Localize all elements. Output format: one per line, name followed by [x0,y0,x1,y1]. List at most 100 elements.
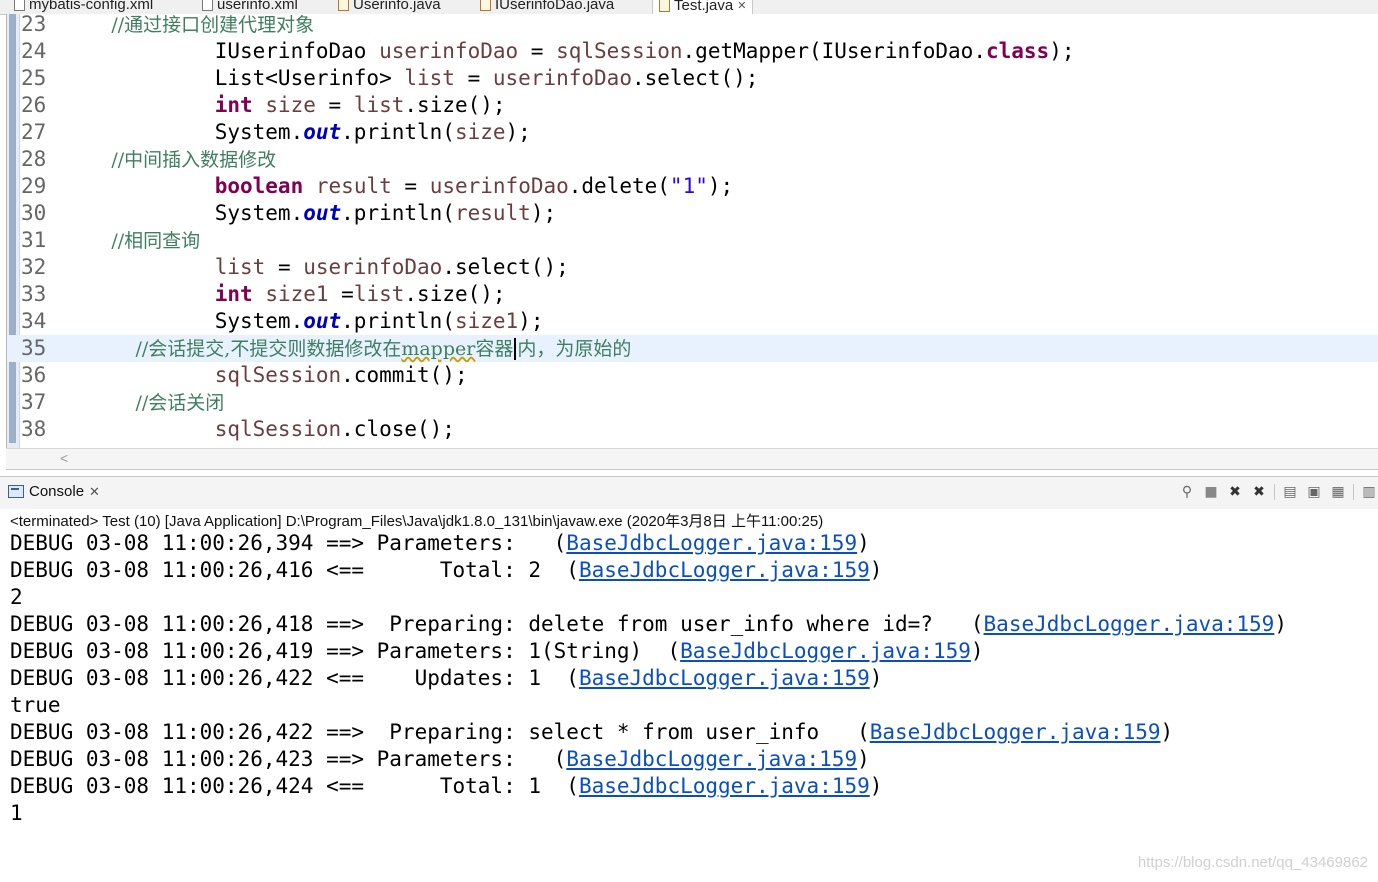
tab-console[interactable]: Console ✕ [8,483,100,500]
source-link[interactable]: BaseJdbcLogger.java:159 [566,747,857,771]
code-token: .delete( [568,174,670,198]
code-token: ); [707,174,734,198]
console-line: DEBUG 03-08 11:00:26,423 ==> Parameters:… [10,746,870,773]
code-token: System. [63,309,304,333]
code-line[interactable]: 29 boolean result = userinfoDao.delete("… [7,173,1378,200]
code-line[interactable]: 30 System.out.println(result); [7,200,1378,227]
source-link[interactable]: BaseJdbcLogger.java:159 [984,612,1275,636]
code-text: int size = list.size(); [63,92,506,119]
tab-label: userinfo.xml [217,0,298,13]
line-number: 29 [21,174,47,198]
code-line[interactable]: 36 sqlSession.commit(); [7,362,1378,389]
code-token: System. [63,201,304,225]
code-token: //中间插入数据修改 [63,149,277,171]
tab-userinfo-java[interactable]: Userinfo.java [338,0,441,14]
code-line[interactable]: 34 System.out.println(size1); [7,308,1378,335]
console-text: ) [869,774,883,798]
code-token: size [265,93,316,117]
close-icon[interactable]: ✕ [737,0,746,12]
code-token: = [328,282,354,306]
source-link[interactable]: BaseJdbcLogger.java:159 [579,558,870,582]
source-link[interactable]: BaseJdbcLogger.java:159 [680,639,971,663]
console-line: DEBUG 03-08 11:00:26,424 <== Total: 1 (B… [10,773,882,800]
code-line[interactable]: 23 //通过接口创建代理对象 [7,14,1378,38]
code-token: list [214,255,266,279]
source-link[interactable]: BaseJdbcLogger.java:159 [579,774,870,798]
line-number: 24 [21,39,47,63]
code-line[interactable]: 38 sqlSession.close(); [7,416,1378,443]
code-token: .commit(); [341,363,468,387]
code-line[interactable]: 37 //会话关闭 [7,389,1378,416]
source-link[interactable]: BaseJdbcLogger.java:159 [566,531,857,555]
scroll-lock-icon[interactable]: ▤ [1281,483,1299,501]
close-icon[interactable]: ✕ [89,484,100,500]
code-line[interactable]: 31 //相同查询 [7,227,1378,254]
code-token: .println( [341,201,455,225]
line-number: 38 [21,417,47,441]
code-text: System.out.println(result); [63,200,556,227]
console-text: ) [1160,720,1174,744]
code-token: out [303,309,342,333]
console-line: true [10,692,61,719]
code-text: int size1 =list.size(); [63,281,506,308]
tab-userinfo-xml[interactable]: userinfo.xml [202,0,298,14]
code-token: ); [505,120,531,144]
code-line[interactable]: 28 //中间插入数据修改 [7,146,1378,173]
console-toolbar: ⚲ ■ ✖ ✖ ▤ ▣ ▦ ▥ [1178,483,1378,501]
console-text: ) [857,531,870,555]
code-line[interactable]: 24 IUserinfoDao userinfoDao = sqlSession… [7,38,1378,65]
remove-all-launches-icon[interactable]: ✖ [1250,483,1268,501]
code-token: result [454,201,531,225]
java-file-icon [338,0,349,11]
tab-test-java[interactable]: Test.java ✕ [652,0,754,14]
source-link[interactable]: BaseJdbcLogger.java:159 [870,720,1161,744]
pin-console-icon[interactable]: ⚲ [1178,483,1196,501]
code-text: //会话提交,不提交则数据修改在mapper容器 内，为原始的 [63,335,631,363]
source-link[interactable]: BaseJdbcLogger.java:159 [579,666,870,690]
remove-launch-icon[interactable]: ✖ [1226,483,1244,501]
line-number: 34 [21,309,47,333]
code-editor[interactable]: 23 //通过接口创建代理对象 24 IUserinfoDao userinfoD… [6,14,1378,448]
code-token: sqlSession [556,39,683,63]
code-token: result [315,174,392,198]
console-icon [8,485,24,498]
java-file-icon [659,0,670,12]
code-line[interactable]: 25 List<Userinfo> list = userinfoDao.sel… [7,65,1378,92]
code-token: "1" [669,174,708,198]
xml-file-icon [202,0,213,11]
code-token: userinfoDao [303,255,443,279]
line-number: 26 [21,93,47,117]
code-text: //中间插入数据修改 [63,146,276,174]
code-token: 容器 [475,338,514,360]
editor-horizontal-scrollbar[interactable]: < [6,448,1378,470]
code-text: System.out.println(size1); [63,308,544,335]
terminate-icon[interactable]: ■ [1202,483,1220,501]
scroll-left-icon[interactable]: < [60,450,68,466]
console-text: DEBUG 03-08 11:00:26,423 ==> Parameters:… [10,747,567,771]
code-text: list = userinfoDao.select(); [63,254,569,281]
code-token: //会话关闭 [63,392,225,414]
code-token: userinfoDao [492,66,632,90]
code-line-current[interactable]: 35 //会话提交,不提交则数据修改在mapper容器 内，为原始的 [7,335,1378,362]
tab-mybatis-config[interactable]: mybatis-config.xml [14,0,153,14]
line-number: 28 [21,147,47,171]
code-line[interactable]: 27 System.out.println(size); [7,119,1378,146]
open-console-icon[interactable]: ▥ [1360,483,1378,501]
show-on-output-icon[interactable]: ▣ [1305,483,1323,501]
console-text: ) [869,558,883,582]
code-token: boolean [214,174,304,198]
line-number: 36 [21,363,47,387]
console-line: DEBUG 03-08 11:00:26,394 ==> Parameters:… [10,530,870,557]
display-console-icon[interactable]: ▦ [1329,483,1347,501]
tab-iuserinfodao-java[interactable]: IUserinfoDao.java [480,0,614,14]
code-line[interactable]: 26 int size = list.size(); [7,92,1378,119]
code-text: sqlSession.commit(); [63,362,468,389]
code-token: .println( [341,309,455,333]
code-line[interactable]: 32 list = userinfoDao.select(); [7,254,1378,281]
line-number: 27 [21,120,47,144]
code-line[interactable]: 33 int size1 =list.size(); [7,281,1378,308]
